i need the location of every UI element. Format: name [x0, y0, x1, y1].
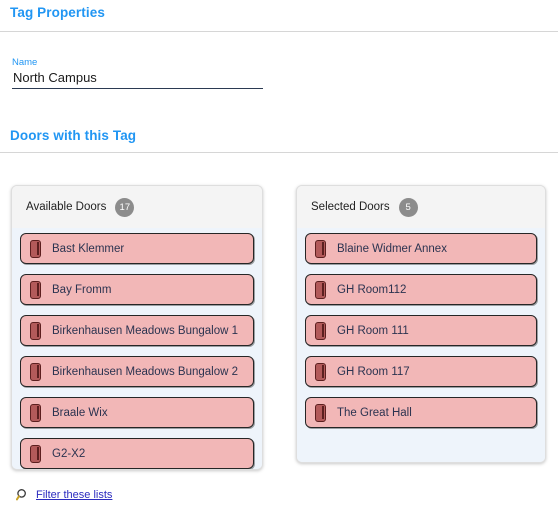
door-list-item-label: Bay Fromm: [52, 283, 112, 296]
door-list-item[interactable]: Braale Wix: [20, 397, 254, 428]
name-field-label: Name: [12, 57, 38, 68]
door-list-item-label: Blaine Widmer Annex: [337, 242, 447, 255]
door-icon: [30, 362, 41, 381]
selected-doors-header: Selected Doors 5: [297, 186, 545, 228]
name-input[interactable]: [12, 70, 263, 89]
available-doors-panel: Available Doors 17 Bast Klemmer Bay Fromm…: [11, 185, 263, 470]
available-doors-list[interactable]: Bast Klemmer Bay Fromm Birkenhausen Meadow…: [12, 228, 262, 469]
available-doors-count-badge: 17: [115, 197, 135, 217]
door-icon: [315, 280, 326, 299]
door-list-item[interactable]: GH Room 117: [305, 356, 537, 387]
door-list-item-label: Braale Wix: [52, 406, 108, 419]
door-icon: [315, 239, 326, 258]
door-list-item[interactable]: Bast Klemmer: [20, 233, 254, 264]
filter-lists-link[interactable]: Filter these lists: [36, 489, 112, 501]
door-list-item-label: GH Room 117: [337, 365, 410, 378]
selected-doors-panel: Selected Doors 5 Blaine Widmer Annex GH R…: [296, 185, 546, 463]
filter-lists-row[interactable]: Filter these lists: [16, 488, 112, 502]
page-title: Tag Properties: [10, 5, 105, 20]
door-icon: [315, 403, 326, 422]
search-icon: [16, 488, 30, 502]
door-list-item-label: GH Room112: [337, 283, 407, 296]
door-list-item[interactable]: G2-X2: [20, 438, 254, 469]
door-list-item-label: G2-X2: [52, 447, 86, 460]
doors-section-title-wrap: Doors with this Tag: [10, 128, 136, 143]
page-title-wrap: Tag Properties: [10, 5, 105, 20]
door-list-item[interactable]: The Great Hall: [305, 397, 537, 428]
header-divider: [0, 31, 558, 32]
door-list-item-label: Birkenhausen Meadows Bungalow 1: [52, 324, 239, 337]
door-list-item[interactable]: Bay Fromm: [20, 274, 254, 305]
selected-doors-list[interactable]: Blaine Widmer Annex GH Room112 GH Room 111…: [297, 228, 545, 462]
selected-doors-count-badge: 5: [398, 197, 418, 217]
door-list-item-label: The Great Hall: [337, 406, 412, 419]
door-icon: [30, 403, 41, 422]
door-icon: [315, 321, 326, 340]
door-list-item[interactable]: Birkenhausen Meadows Bungalow 1: [20, 315, 254, 346]
door-list-item[interactable]: Birkenhausen Meadows Bungalow 2: [20, 356, 254, 387]
name-field-group: Name: [12, 57, 263, 89]
door-list-item[interactable]: GH Room 111: [305, 315, 537, 346]
door-list-item[interactable]: GH Room112: [305, 274, 537, 305]
door-icon: [30, 239, 41, 258]
door-icon: [30, 321, 41, 340]
available-doors-header: Available Doors 17: [12, 186, 262, 228]
door-list-item[interactable]: Blaine Widmer Annex: [305, 233, 537, 264]
doors-section-title: Doors with this Tag: [10, 128, 137, 143]
section-divider: [0, 152, 558, 153]
door-list-item-label: GH Room 111: [337, 324, 409, 337]
selected-doors-label: Selected Doors: [311, 201, 390, 213]
door-icon: [30, 280, 41, 299]
door-icon: [315, 362, 326, 381]
door-list-item-label: Bast Klemmer: [52, 242, 125, 255]
door-list-item-label: Birkenhausen Meadows Bungalow 2: [52, 365, 239, 378]
available-doors-label: Available Doors: [26, 201, 107, 213]
door-icon: [30, 444, 41, 463]
